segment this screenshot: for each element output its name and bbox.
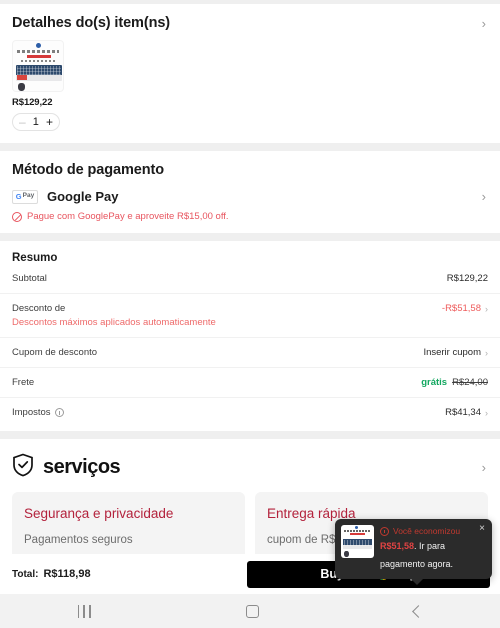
keyboard-accent-keys bbox=[17, 75, 27, 80]
summary-section: Resumo Subtotal R$129,22 Desconto de Des… bbox=[0, 241, 500, 431]
savings-toast[interactable]: Você economizou R$51,58. Ir para pagamen… bbox=[335, 519, 492, 585]
summary-subnote: Descontos máximos aplicados automaticame… bbox=[12, 317, 216, 328]
summary-label: Impostos bbox=[12, 407, 51, 418]
discount-tag-icon bbox=[12, 211, 22, 222]
android-navigation-bar bbox=[0, 594, 500, 628]
payment-promo-text: Pague com GooglePay e aproveite R$15,00 … bbox=[27, 211, 229, 222]
item-price: R$129,22 bbox=[12, 97, 53, 108]
services-title: serviços bbox=[43, 456, 121, 478]
chevron-right-icon[interactable]: › bbox=[485, 408, 488, 418]
quantity-decrease-button[interactable]: – bbox=[19, 116, 26, 128]
summary-row-taxes[interactable]: Impostos R$41,34 › bbox=[0, 397, 500, 427]
section-divider bbox=[0, 143, 500, 151]
toast-logo-dot bbox=[355, 526, 358, 529]
recents-icon[interactable] bbox=[77, 604, 91, 618]
product-logo-dot bbox=[36, 43, 41, 48]
toast-header: Você economizou bbox=[380, 526, 486, 536]
toast-title-text bbox=[344, 530, 371, 532]
payment-method-left: G Pay Google Pay bbox=[12, 189, 119, 204]
payment-method-title: Método de pagamento bbox=[12, 162, 164, 178]
item-details-section: Detalhes do(s) item(ns) › R$129,22 – 1 + bbox=[0, 4, 500, 143]
toast-product-thumbnail bbox=[341, 525, 374, 558]
summary-row-shipping: Frete grátis R$24,00 bbox=[0, 367, 500, 397]
chevron-right-icon[interactable]: › bbox=[485, 304, 488, 314]
summary-value-group[interactable]: R$41,34 › bbox=[445, 407, 488, 418]
chevron-right-icon[interactable]: › bbox=[485, 348, 488, 358]
summary-label: Subtotal bbox=[12, 273, 47, 284]
quantity-stepper[interactable]: – 1 + bbox=[12, 113, 60, 131]
summary-value: R$129,22 bbox=[446, 273, 488, 284]
toast-title: Você economizou bbox=[393, 526, 461, 536]
mouse-icon bbox=[18, 83, 25, 91]
item-row[interactable]: R$129,22 – 1 + bbox=[0, 40, 500, 135]
page-title: Detalhes do(s) item(ns) bbox=[12, 15, 171, 31]
summary-label: Cupom de desconto bbox=[12, 347, 98, 358]
info-icon[interactable] bbox=[54, 408, 64, 417]
summary-label: Frete bbox=[12, 377, 35, 388]
services-title-group: serviços bbox=[12, 453, 121, 482]
back-icon[interactable] bbox=[411, 604, 425, 618]
shield-check-icon bbox=[12, 453, 34, 482]
shipping-free-label: grátis bbox=[421, 377, 448, 388]
toast-amount: R$51,58 bbox=[380, 541, 415, 551]
summary-value-group[interactable]: -R$51,58 › bbox=[442, 303, 488, 314]
clock-icon bbox=[380, 526, 389, 536]
services-header[interactable]: serviços › bbox=[0, 439, 500, 492]
section-divider bbox=[0, 431, 500, 439]
shipping-original-price: R$24,00 bbox=[452, 377, 488, 388]
service-card-title: Segurança e privacidade bbox=[24, 506, 174, 521]
home-icon[interactable] bbox=[245, 604, 259, 618]
service-card-security[interactable]: Segurança e privacidade Pagamentos segur… bbox=[12, 492, 245, 554]
payment-method-row[interactable]: G Pay Google Pay › bbox=[0, 187, 500, 204]
product-banner bbox=[27, 55, 51, 58]
summary-label-group: Desconto de Descontos máximos aplicados … bbox=[12, 303, 216, 328]
summary-value-group: grátis R$24,00 bbox=[421, 377, 488, 388]
product-subtitle-text bbox=[21, 60, 55, 62]
toast-message: R$51,58. Ir para pagamento agora. bbox=[380, 536, 486, 572]
total-group: Total: R$118,98 bbox=[12, 568, 91, 580]
payment-method-header: Método de pagamento bbox=[0, 151, 500, 187]
summary-value-group[interactable]: Inserir cupom › bbox=[423, 347, 488, 358]
total-value: R$118,98 bbox=[43, 568, 91, 580]
quantity-increase-button[interactable]: + bbox=[46, 116, 53, 128]
google-pay-icon: G Pay bbox=[12, 189, 38, 204]
item-details-header[interactable]: Detalhes do(s) item(ns) › bbox=[0, 4, 500, 40]
summary-title: Resumo bbox=[12, 252, 58, 264]
summary-value: -R$51,58 bbox=[441, 303, 481, 314]
toast-keyboard-keys bbox=[344, 540, 371, 546]
payment-method-name: Google Pay bbox=[47, 189, 119, 204]
keyboard-keys bbox=[17, 66, 61, 75]
product-title-text bbox=[17, 50, 59, 53]
total-label: Total: bbox=[12, 569, 39, 580]
section-divider bbox=[0, 233, 500, 241]
toast-body: Você economizou R$51,58. Ir para pagamen… bbox=[380, 525, 486, 572]
chevron-right-icon[interactable]: › bbox=[482, 190, 488, 203]
chevron-right-icon[interactable]: › bbox=[482, 17, 488, 30]
quantity-value: 1 bbox=[32, 116, 39, 128]
toast-mouse-icon bbox=[344, 551, 349, 557]
summary-label: Desconto de bbox=[12, 303, 66, 314]
summary-row-coupon[interactable]: Cupom de desconto Inserir cupom › bbox=[0, 337, 500, 367]
summary-row-discount[interactable]: Desconto de Descontos máximos aplicados … bbox=[0, 293, 500, 337]
summary-value: R$41,34 bbox=[445, 407, 481, 418]
service-card-line: Pagamentos seguros bbox=[24, 534, 133, 546]
summary-row-subtotal: Subtotal R$129,22 bbox=[0, 264, 500, 293]
toast-banner bbox=[350, 533, 365, 535]
checkout-screen: Detalhes do(s) item(ns) › R$129,22 – 1 +… bbox=[0, 0, 500, 628]
chevron-right-icon[interactable]: › bbox=[482, 461, 488, 474]
product-thumbnail[interactable] bbox=[12, 40, 64, 92]
payment-method-section: Método de pagamento G Pay Google Pay › P… bbox=[0, 151, 500, 233]
payment-promo-banner: Pague com GooglePay e aproveite R$15,00 … bbox=[0, 204, 500, 233]
coupon-input-link[interactable]: Inserir cupom bbox=[423, 347, 481, 358]
scroll-content[interactable]: Detalhes do(s) item(ns) › R$129,22 – 1 +… bbox=[0, 0, 500, 554]
summary-label-group: Impostos bbox=[12, 407, 64, 418]
gpay-g-letter: G bbox=[15, 191, 22, 201]
close-icon[interactable]: × bbox=[479, 524, 485, 534]
gpay-pay-word: Pay bbox=[22, 192, 35, 200]
